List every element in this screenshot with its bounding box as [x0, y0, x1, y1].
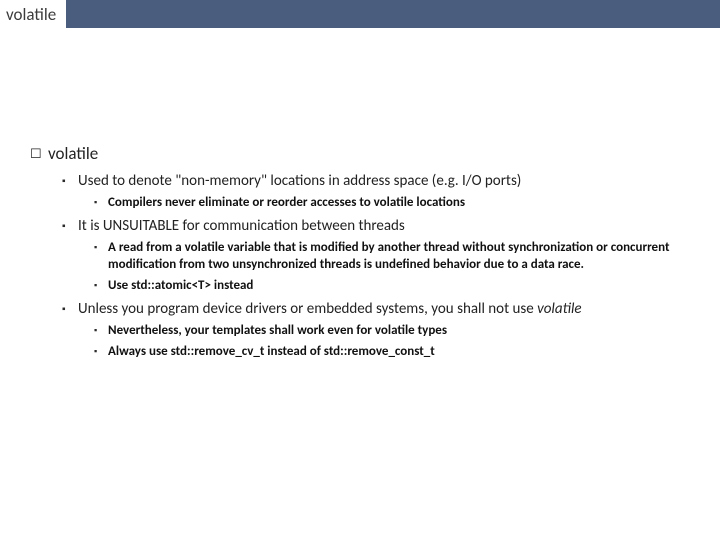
- bullet-text: Always use std::remove_cv_t instead of s…: [108, 343, 435, 360]
- bullet-level3: ▪ Compilers never eliminate or reorder a…: [94, 194, 710, 211]
- slide-title: volatile: [0, 0, 66, 28]
- square-bullet-icon: ▪: [94, 343, 108, 360]
- bullet-level3: ▪ Nevertheless, your templates shall wor…: [94, 322, 710, 339]
- bullet-text: Nevertheless, your templates shall work …: [108, 322, 447, 339]
- level3-group: ▪ A read from a volatile variable that i…: [94, 239, 710, 294]
- bullet-text-pre: Unless you program device drivers or emb…: [78, 300, 537, 318]
- title-bar: volatile: [0, 0, 720, 28]
- bullet-text: It is UNSUITABLE for communication betwe…: [78, 217, 405, 235]
- level3-group: ▪ Nevertheless, your templates shall wor…: [94, 322, 710, 360]
- bullet-text: volatile: [48, 144, 98, 164]
- title-bar-fill: [66, 0, 720, 28]
- bullet-level1: ☐ volatile: [30, 144, 710, 164]
- square-bullet-icon: ▪: [62, 217, 78, 235]
- bullet-text-ital: volatile: [537, 300, 581, 318]
- bullet-level2: ▪ Unless you program device drivers or e…: [62, 300, 710, 318]
- bullet-level2: ▪ It is UNSUITABLE for communication bet…: [62, 217, 710, 235]
- bullet-text: A read from a volatile variable that is …: [108, 239, 710, 273]
- bullet-level3: ▪ Use std::atomic<T> instead: [94, 277, 710, 294]
- square-bullet-icon: ▪: [94, 239, 108, 256]
- square-bullet-icon: ▪: [94, 322, 108, 339]
- slide-body: ☐ volatile ▪ Used to denote "non-memory"…: [0, 28, 720, 360]
- spacer: [30, 34, 710, 144]
- checkbox-icon: ☐: [30, 144, 48, 164]
- level3-group: ▪ Compilers never eliminate or reorder a…: [94, 194, 710, 211]
- bullet-text: Used to denote "non-memory" locations in…: [78, 172, 521, 190]
- square-bullet-icon: ▪: [62, 172, 78, 190]
- bullet-text: Use std::atomic<T> instead: [108, 277, 253, 294]
- bullet-level3: ▪ A read from a volatile variable that i…: [94, 239, 710, 273]
- bullet-text: Unless you program device drivers or emb…: [78, 300, 582, 318]
- bullet-level3: ▪ Always use std::remove_cv_t instead of…: [94, 343, 710, 360]
- square-bullet-icon: ▪: [94, 194, 108, 211]
- square-bullet-icon: ▪: [94, 277, 108, 294]
- level2-group: ▪ Used to denote "non-memory" locations …: [62, 172, 710, 360]
- bullet-text: Compilers never eliminate or reorder acc…: [108, 194, 465, 211]
- square-bullet-icon: ▪: [62, 300, 78, 318]
- bullet-level2: ▪ Used to denote "non-memory" locations …: [62, 172, 710, 190]
